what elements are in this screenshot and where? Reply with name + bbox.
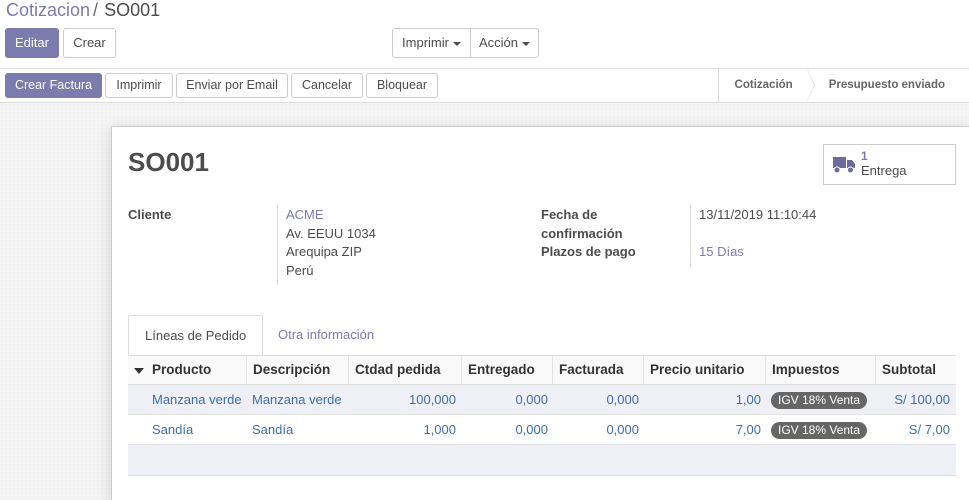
- payment-terms-label: Plazos de pago: [541, 244, 636, 259]
- column-header-product[interactable]: Producto: [146, 356, 246, 385]
- confirmation-date-value: 13/11/2019 11:10:44: [699, 207, 817, 222]
- statusbar: Crear Factura Imprimir Enviar por Email …: [0, 68, 969, 103]
- breadcrumb-parent-link[interactable]: Cotizacion: [6, 0, 90, 20]
- status-stages: Cotización Presupuesto enviado: [717, 68, 969, 102]
- order-lines-table: Producto Descripción Ctdad pedida Entreg…: [128, 355, 956, 476]
- column-header-description[interactable]: Descripción: [246, 356, 348, 385]
- customer-name-link[interactable]: ACME: [286, 206, 324, 225]
- handle-column-header[interactable]: [128, 356, 146, 385]
- lock-button[interactable]: Bloquear: [366, 73, 438, 98]
- print-button[interactable]: Imprimir: [105, 73, 173, 98]
- column-header-taxes[interactable]: Impuestos: [765, 356, 875, 385]
- record-title: SO001: [128, 147, 209, 177]
- column-header-ordered-qty[interactable]: Ctdad pedida: [348, 356, 461, 385]
- notebook-tabs: Líneas de Pedido Otra información: [128, 315, 956, 356]
- cell-product[interactable]: Sandía: [152, 415, 193, 445]
- tax-badge[interactable]: IGV 18% Venta: [771, 392, 868, 409]
- edit-button[interactable]: Editar: [5, 28, 59, 58]
- cell-subtotal[interactable]: S/ 7,00: [875, 415, 950, 445]
- confirmation-date-label-line1: Fecha de: [541, 207, 598, 222]
- sort-caret-icon: [134, 368, 144, 374]
- create-invoice-button[interactable]: Crear Factura: [5, 73, 102, 98]
- cell-unit-price[interactable]: 1,00: [643, 385, 761, 415]
- create-button[interactable]: Crear: [63, 28, 116, 58]
- delivery-count: 1: [861, 149, 868, 163]
- cell-invoiced[interactable]: 0,000: [552, 385, 639, 415]
- chevron-down-icon: [522, 41, 531, 46]
- cell-description[interactable]: Manzana verde: [252, 385, 342, 415]
- cell-unit-price[interactable]: 7,00: [643, 415, 761, 445]
- confirmation-date-label: Fecha de confirmación: [541, 206, 623, 243]
- column-header-unit-price[interactable]: Precio unitario: [643, 356, 765, 385]
- table-row[interactable]: Sandía Sandía 1,000 0,000 0,000 7,00 IGV…: [128, 415, 956, 445]
- payment-terms-link[interactable]: 15 Días: [699, 243, 744, 262]
- column-header-subtotal[interactable]: Subtotal: [875, 356, 956, 385]
- table-header: Producto Descripción Ctdad pedida Entreg…: [128, 355, 956, 385]
- cell-ordered-qty[interactable]: 1,000: [348, 415, 456, 445]
- print-dropdown-button[interactable]: Imprimir: [392, 28, 471, 58]
- breadcrumb-separator: /: [93, 0, 99, 20]
- table-footer-row: [128, 445, 956, 476]
- print-dropdown-label: Imprimir: [402, 35, 449, 50]
- action-dropdown-label: Acción: [478, 35, 519, 50]
- column-header-invoiced[interactable]: Facturada: [552, 356, 643, 385]
- customer-label: Cliente: [128, 207, 172, 222]
- cell-subtotal[interactable]: S/ 100,00: [875, 385, 950, 415]
- truck-icon: [833, 157, 855, 174]
- customer-country: Perú: [286, 262, 314, 278]
- field-divider: [690, 205, 691, 267]
- field-divider: [277, 205, 278, 285]
- send-email-button[interactable]: Enviar por Email: [176, 73, 288, 98]
- cell-invoiced[interactable]: 0,000: [552, 415, 639, 445]
- cell-delivered[interactable]: 0,000: [461, 385, 548, 415]
- cancel-button[interactable]: Cancelar: [291, 73, 363, 98]
- tab-order-lines[interactable]: Líneas de Pedido: [128, 315, 264, 356]
- tax-badge[interactable]: IGV 18% Venta: [771, 422, 868, 439]
- cell-delivered[interactable]: 0,000: [461, 415, 548, 445]
- breadcrumb-current: SO001: [104, 0, 161, 20]
- table-row[interactable]: Manzana verde Manzana verde 100,000 0,00…: [128, 385, 956, 415]
- action-dropdown-button[interactable]: Acción: [470, 28, 539, 58]
- form-sheet: SO001 1 Entrega Cliente ACME Av. EEUU 10…: [111, 126, 969, 500]
- tab-other-info[interactable]: Otra información: [262, 315, 390, 356]
- breadcrumb: Cotizacion / SO001: [6, 0, 160, 21]
- cell-ordered-qty[interactable]: 100,000: [348, 385, 456, 415]
- customer-city: Arequipa ZIP: [286, 244, 362, 259]
- delivery-label: Entrega: [861, 163, 907, 178]
- cell-description[interactable]: Sandía: [252, 415, 293, 445]
- stage-quotation-sent[interactable]: Presupuesto enviado: [807, 69, 969, 102]
- delivery-smart-button[interactable]: 1 Entrega: [823, 144, 956, 185]
- customer-street: Av. EEUU 1034: [286, 225, 376, 241]
- confirmation-date-label-line2: confirmación: [541, 225, 623, 241]
- stage-quotation[interactable]: Cotización: [719, 68, 815, 102]
- cell-product[interactable]: Manzana verde: [152, 385, 242, 415]
- column-header-delivered[interactable]: Entregado: [461, 356, 552, 385]
- chevron-down-icon: [452, 41, 461, 46]
